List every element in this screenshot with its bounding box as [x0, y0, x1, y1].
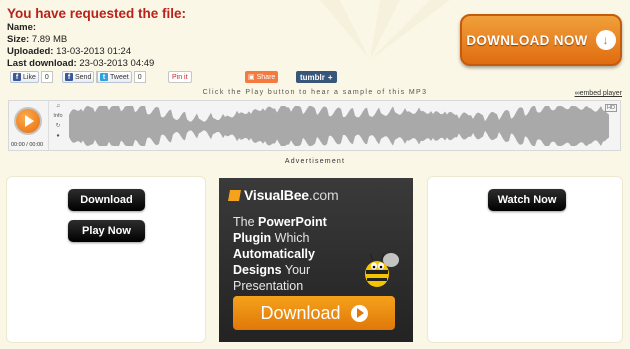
- volume-icon[interactable]: ♫: [56, 103, 60, 109]
- tumblr-widget[interactable]: tumblr +: [296, 71, 337, 83]
- brand-main: VisualBee: [244, 187, 309, 203]
- player-hint: Click the Play button to hear a sample o…: [202, 89, 428, 96]
- like-label: Like: [23, 73, 36, 81]
- ad-download-label: Download: [260, 302, 341, 323]
- brand-tld: .com: [308, 187, 339, 203]
- audio-player: 00:00 / 00:00 ♫ Info ↻ ● HD: [8, 100, 621, 151]
- download-button[interactable]: Download: [68, 189, 145, 211]
- play-button[interactable]: [14, 107, 42, 135]
- play-now-button[interactable]: Play Now: [68, 220, 145, 242]
- facebook-send-button[interactable]: f Send: [62, 71, 95, 83]
- share-widget[interactable]: ▣ Share: [245, 71, 279, 83]
- visualbee-mark-icon: [228, 189, 241, 201]
- ad-copy: The PowerPoint Plugin Which Automaticall…: [233, 214, 363, 294]
- ad-copy-5: Designs: [233, 263, 282, 277]
- arrow-down-circle-icon: ↓: [595, 30, 616, 50]
- name-label: Name:: [7, 22, 37, 33]
- play-icon: [24, 115, 34, 127]
- uploaded-row: Uploaded: 13-03-2013 01:24: [7, 46, 154, 58]
- file-size-row: Size: 7.89 MB: [7, 34, 154, 46]
- ad-copy-4: Automatically: [233, 247, 315, 261]
- facebook-icon: f: [65, 73, 73, 81]
- decor-rays: [320, 0, 450, 60]
- size-label: Size:: [7, 34, 30, 45]
- tumblr-label: tumblr: [300, 72, 325, 82]
- player-controls: ♫ Info ↻ ●: [51, 103, 65, 139]
- size-value: 7.89 MB: [31, 34, 68, 45]
- plus-icon: +: [327, 72, 333, 82]
- ad-copy-1: The: [233, 215, 259, 229]
- share-icon: ▣: [248, 74, 255, 81]
- twitter-bird-icon: t: [100, 73, 108, 81]
- file-name-row: Name:: [7, 22, 154, 34]
- download-now-button[interactable]: DOWNLOAD NOW ↓: [460, 14, 622, 66]
- right-panel: Watch Now: [427, 176, 623, 343]
- embed-label: embed player: [579, 90, 622, 97]
- last-download-label: Last download:: [7, 58, 77, 69]
- tumblr-button[interactable]: tumblr +: [296, 71, 337, 83]
- loop-icon[interactable]: ↻: [56, 123, 61, 129]
- visualbee-logo: VisualBee.com: [228, 187, 339, 203]
- download-now-label: DOWNLOAD NOW: [466, 32, 588, 48]
- ad-download-button[interactable]: Download: [233, 296, 395, 330]
- hd-badge[interactable]: HD: [605, 104, 617, 112]
- time-display: 00:00 / 00:00: [11, 142, 44, 148]
- share-button[interactable]: ▣ Share: [245, 71, 279, 83]
- last-download-row: Last download: 23-03-2013 04:49: [7, 58, 154, 70]
- tweet-label: Tweet: [110, 73, 129, 81]
- facebook-icon: f: [13, 73, 21, 81]
- info-button[interactable]: Info: [53, 113, 62, 119]
- uploaded-label: Uploaded:: [7, 46, 54, 57]
- share-label: Share: [256, 73, 276, 81]
- last-download-value: 23-03-2013 04:49: [79, 58, 155, 69]
- file-info: Name: Size: 7.89 MB Uploaded: 13-03-2013…: [7, 22, 154, 70]
- advertisement-label: Advertisement: [284, 158, 346, 165]
- tweet-count: 0: [133, 71, 146, 83]
- visualbee-ad[interactable]: VisualBee.com The PowerPoint Plugin Whic…: [219, 178, 413, 342]
- facebook-like-button[interactable]: f Like: [10, 71, 39, 83]
- play-circle-icon: [350, 304, 368, 322]
- bee-mascot-icon: [365, 253, 399, 287]
- location-icon[interactable]: ●: [56, 133, 59, 139]
- uploaded-value: 13-03-2013 01:24: [56, 46, 132, 57]
- embed-player-link[interactable]: ∞embed player: [575, 90, 622, 97]
- play-area: 00:00 / 00:00: [9, 101, 49, 150]
- pin-it-button[interactable]: Pin it: [168, 71, 192, 83]
- brand-name: VisualBee.com: [244, 187, 339, 203]
- ad-copy-3: Which: [271, 231, 310, 245]
- send-label: Send: [75, 73, 92, 81]
- facebook-like-widget[interactable]: f Like 0: [10, 71, 53, 83]
- twitter-widget[interactable]: t Tweet 0: [97, 71, 146, 83]
- waveform[interactable]: [69, 104, 609, 148]
- pinterest-widget[interactable]: Pin it: [168, 71, 192, 83]
- like-count: 0: [40, 71, 53, 83]
- watch-now-button[interactable]: Watch Now: [488, 189, 566, 211]
- page-title: You have requested the file:: [7, 6, 187, 21]
- tweet-button[interactable]: t Tweet: [97, 71, 132, 83]
- left-panel: Download Play Now: [6, 176, 206, 343]
